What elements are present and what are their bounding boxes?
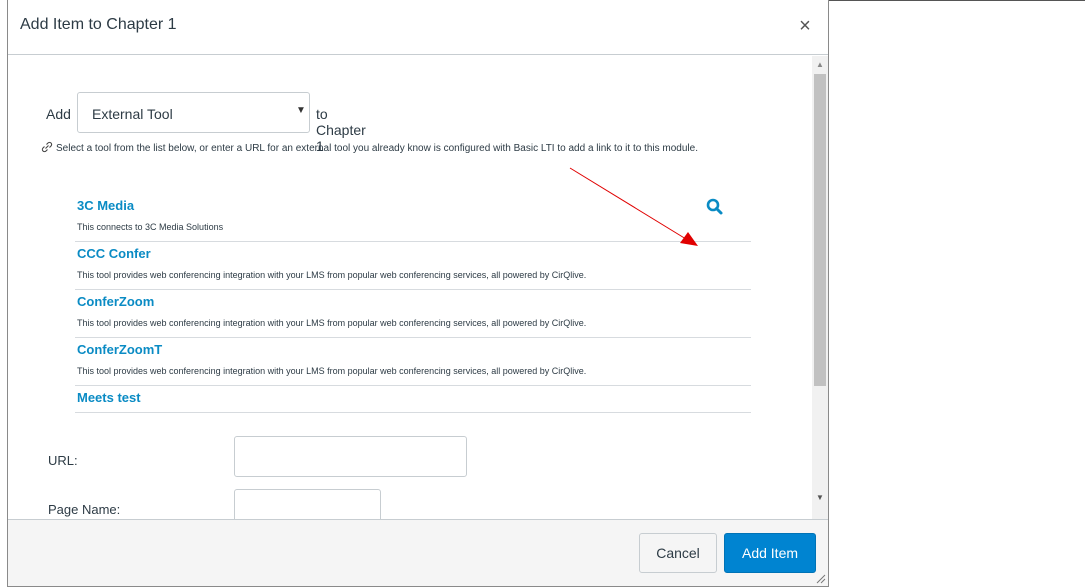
tool-description: This tool provides web conferencing inte…	[77, 270, 587, 280]
dialog-body: Add External Tool ▼ to Chapter 1 Select …	[8, 56, 812, 519]
tool-name[interactable]: ConferZoomT	[77, 342, 162, 357]
search-icon[interactable]	[705, 197, 725, 217]
url-input[interactable]	[234, 436, 467, 477]
external-tool-list: 3C Media This connects to 3C Media Solut…	[75, 194, 751, 413]
tool-item-meets-test[interactable]: Meets test	[75, 386, 751, 413]
add-item-button[interactable]: Add Item	[724, 533, 816, 573]
page-name-label: Page Name:	[48, 502, 121, 517]
close-icon[interactable]: ×	[794, 14, 816, 38]
dialog-title: Add Item to Chapter 1	[20, 16, 177, 33]
tool-name[interactable]: ConferZoom	[77, 294, 154, 309]
tool-description: This tool provides web conferencing inte…	[77, 366, 587, 376]
scrollbar-thumb[interactable]	[814, 74, 826, 386]
item-type-select-value: External Tool	[92, 106, 173, 122]
dialog-scrollbar[interactable]: ▲ ▼	[812, 56, 828, 519]
help-text-row: Select a tool from the list below, or en…	[40, 140, 780, 157]
cancel-button[interactable]: Cancel	[639, 533, 717, 573]
scroll-up-icon[interactable]: ▲	[816, 60, 824, 69]
help-text: Select a tool from the list below, or en…	[56, 143, 698, 154]
tool-description: This connects to 3C Media Solutions	[77, 222, 224, 232]
dialog-footer: Cancel Add Item	[8, 519, 828, 586]
tool-item-3c-media[interactable]: 3C Media This connects to 3C Media Solut…	[75, 194, 751, 242]
url-label: URL:	[48, 453, 78, 468]
window-edge-line	[828, 0, 1085, 1]
add-item-dialog: Add Item to Chapter 1 × Add External Too…	[7, 0, 829, 587]
caret-down-icon: ▼	[296, 105, 306, 116]
tool-name[interactable]: CCC Confer	[77, 246, 151, 261]
item-type-select[interactable]: External Tool ▼	[77, 92, 310, 133]
tool-description: This tool provides web conferencing inte…	[77, 318, 587, 328]
resize-grip-icon[interactable]	[814, 572, 826, 584]
tool-name[interactable]: Meets test	[77, 390, 141, 405]
page-name-input[interactable]	[234, 489, 381, 519]
tool-item-conferzoom[interactable]: ConferZoom This tool provides web confer…	[75, 290, 751, 338]
tool-item-ccc-confer[interactable]: CCC Confer This tool provides web confer…	[75, 242, 751, 290]
scroll-down-icon[interactable]: ▼	[816, 493, 824, 502]
tool-item-conferzoomt[interactable]: ConferZoomT This tool provides web confe…	[75, 338, 751, 386]
dialog-header: Add Item to Chapter 1 ×	[8, 0, 828, 55]
link-icon	[41, 141, 53, 153]
tool-name[interactable]: 3C Media	[77, 198, 134, 213]
add-label: Add	[46, 106, 71, 122]
